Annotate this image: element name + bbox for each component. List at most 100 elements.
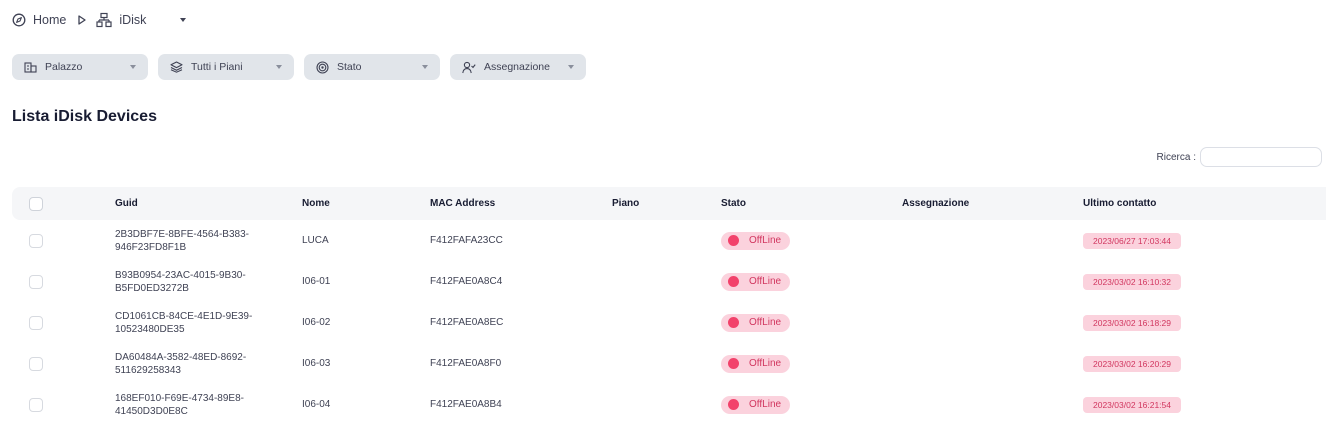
guid-line-2: 946F23FD8F1B [115, 241, 187, 253]
play-separator-icon [78, 15, 86, 25]
timestamp-badge: 2023/03/02 16:10:32 [1083, 273, 1181, 290]
status-badge: OffLine [721, 272, 791, 291]
chevron-down-icon [422, 65, 428, 69]
table-row[interactable]: 2B3DBF7E-8BFE-4564-B383- 946F23FD8F1B LUC… [12, 220, 1326, 261]
row-checkbox[interactable] [29, 397, 43, 412]
filter-assegnazione-label: Assegnazione [484, 61, 550, 73]
chevron-down-icon [568, 65, 574, 69]
status-dot-icon [728, 235, 739, 246]
row-select-cell [29, 384, 43, 421]
status-badge: OffLine [721, 313, 791, 332]
filter-piani[interactable]: Tutti i Piani [158, 54, 294, 80]
stato-cell: OffLine [721, 384, 791, 421]
guid-line-2: B5FD0ED3272B [115, 282, 189, 294]
status-badge: OffLine [721, 231, 791, 250]
timestamp-badge: 2023/03/02 16:21:54 [1083, 396, 1181, 413]
timestamp-badge: 2023/03/02 16:20:29 [1083, 355, 1181, 372]
table-header: Guid Nome MAC Address Piano Stato Assegn… [12, 187, 1326, 220]
stato-cell: OffLine [721, 302, 791, 343]
nome-cell: I06-03 [302, 358, 331, 369]
target-icon [316, 60, 329, 74]
breadcrumb-current: iDisk [119, 13, 147, 27]
column-header-guid[interactable]: Guid [115, 187, 285, 220]
select-all-checkbox[interactable] [29, 196, 43, 211]
status-text: OffLine [749, 358, 782, 369]
stato-cell: OffLine [721, 343, 791, 384]
search-input[interactable] [1200, 147, 1322, 167]
filter-stato[interactable]: Stato [304, 54, 440, 80]
guid-line-2: 511629258343 [115, 364, 181, 376]
guid-line-1: 168EF010-F69E-4734-89E8- [115, 392, 244, 404]
row-checkbox[interactable] [29, 315, 43, 330]
nome-cell: I06-02 [302, 317, 331, 328]
guid-line-1: CD1061CB-84CE-4E1D-9E39- [115, 310, 253, 322]
search-label: Ricerca : [1156, 151, 1196, 163]
column-header-assegnazione[interactable]: Assegnazione [902, 187, 969, 220]
filter-palazzo[interactable]: Palazzo [12, 54, 148, 80]
user-assign-icon [462, 61, 476, 74]
search-box: Ricerca : [1157, 147, 1322, 167]
table-row[interactable]: B93B0954-23AC-4015-9B30- B5FD0ED3272B I06… [12, 261, 1326, 302]
row-select-cell [29, 220, 43, 261]
row-checkbox[interactable] [29, 274, 43, 289]
mac-cell: F412FAFA23CC [430, 235, 503, 246]
guid-line-2: 10523480DE35 [115, 323, 185, 335]
guid-cell: DA60484A-3582-48ED-8692- 511629258343 [115, 343, 285, 384]
filter-bar: Palazzo Tutti i Piani Stato Assegnazione [12, 54, 596, 80]
status-text: OffLine [749, 399, 782, 410]
filter-stato-label: Stato [337, 61, 362, 73]
guid-cell: B93B0954-23AC-4015-9B30- B5FD0ED3272B [115, 261, 285, 302]
status-text: OffLine [749, 317, 782, 328]
row-checkbox[interactable] [29, 356, 43, 371]
status-dot-icon [728, 358, 739, 369]
guid-line-1: DA60484A-3582-48ED-8692- [115, 351, 247, 363]
row-checkbox[interactable] [29, 233, 43, 248]
mac-cell: F412FAE0A8F0 [430, 358, 502, 369]
stato-cell: OffLine [721, 220, 791, 261]
layers-icon [170, 61, 183, 73]
nome-cell: I06-01 [302, 276, 331, 287]
guid-line-2: 41450D3D0E8C [115, 405, 188, 417]
mac-cell: F412FAE0A8EC [430, 317, 504, 328]
filter-assegnazione[interactable]: Assegnazione [450, 54, 586, 80]
column-header-ultimo-contatto[interactable]: Ultimo contatto [1083, 187, 1156, 220]
table-row[interactable]: 168EF010-F69E-4734-89E8- 41450D3D0E8C I06… [12, 384, 1326, 421]
stato-cell: OffLine [721, 261, 791, 302]
column-header-mac[interactable]: MAC Address [430, 187, 495, 220]
column-header-nome[interactable]: Nome [302, 187, 330, 220]
row-select-cell [29, 261, 43, 302]
mac-cell: F412FAE0A8C4 [430, 276, 503, 287]
breadcrumb-home-link[interactable]: Home [33, 13, 66, 27]
column-header-piano[interactable]: Piano [612, 187, 639, 220]
network-device-icon [96, 12, 112, 28]
breadcrumb: Home iDisk [12, 11, 187, 29]
select-all-cell [29, 187, 43, 220]
ultimo-contatto-cell: 2023/03/02 16:18:29 [1083, 302, 1181, 343]
status-badge: OffLine [721, 354, 791, 373]
ultimo-contatto-cell: 2023/03/02 16:20:29 [1083, 343, 1181, 384]
status-text: OffLine [749, 276, 782, 287]
nome-cell: LUCA [302, 235, 329, 246]
chevron-down-icon[interactable] [180, 18, 187, 22]
table-row[interactable]: CD1061CB-84CE-4E1D-9E39- 10523480DE35 I06… [12, 302, 1326, 343]
filter-palazzo-label: Palazzo [45, 61, 83, 73]
guid-cell: CD1061CB-84CE-4E1D-9E39- 10523480DE35 [115, 302, 285, 343]
ultimo-contatto-cell: 2023/03/02 16:10:32 [1083, 261, 1181, 302]
chevron-down-icon [130, 65, 136, 69]
ultimo-contatto-cell: 2023/06/27 17:03:44 [1083, 220, 1181, 261]
mac-cell: F412FAE0A8B4 [430, 399, 502, 410]
timestamp-badge: 2023/06/27 17:03:44 [1083, 232, 1181, 249]
column-header-stato[interactable]: Stato [721, 187, 746, 220]
status-dot-icon [728, 276, 739, 287]
table-row[interactable]: DA60484A-3582-48ED-8692- 511629258343 I06… [12, 343, 1326, 384]
compass-icon[interactable] [12, 13, 26, 27]
row-select-cell [29, 302, 43, 343]
building-icon [24, 61, 37, 73]
guid-cell: 168EF010-F69E-4734-89E8- 41450D3D0E8C [115, 384, 285, 421]
status-badge: OffLine [721, 395, 791, 414]
guid-cell: 2B3DBF7E-8BFE-4564-B383- 946F23FD8F1B [115, 220, 285, 261]
guid-line-1: 2B3DBF7E-8BFE-4564-B383- [115, 228, 249, 240]
filter-piani-label: Tutti i Piani [191, 61, 243, 73]
timestamp-badge: 2023/03/02 16:18:29 [1083, 314, 1181, 331]
devices-table: Guid Nome MAC Address Piano Stato Assegn… [12, 187, 1326, 421]
